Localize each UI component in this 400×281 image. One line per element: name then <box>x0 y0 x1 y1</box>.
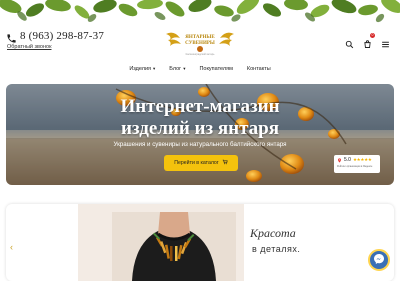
messenger-button[interactable] <box>368 249 390 271</box>
rating-caption: Рейтинг организации в Яндексе <box>337 165 373 168</box>
rating-stars: ★★★★★ <box>352 157 372 162</box>
header-actions: 0 <box>345 33 390 49</box>
cart-count-badge: 0 <box>370 33 375 38</box>
slider-prev-arrow[interactable]: ‹ <box>10 242 13 252</box>
chevron-down-icon: ▾ <box>153 66 156 71</box>
hero-banner: Интернет-магазин изделий из янтаря Украш… <box>6 84 394 185</box>
logo-wordmark: ЯНТАРНЫЕ СУВЕНИРЫ <box>185 35 215 46</box>
site-logo[interactable]: ЯНТАРНЫЕ СУВЕНИРЫ Калининградский янтарь <box>164 28 236 58</box>
yandex-rating-widget[interactable]: 5.0 ★★★★★ Рейтинг организации в Яндексе <box>334 155 380 173</box>
logo-tagline: Калининградский янтарь <box>185 53 215 56</box>
search-icon[interactable] <box>345 36 354 49</box>
nav-item-products[interactable]: Изделия ▾ <box>129 66 155 72</box>
phone-icon <box>6 31 17 43</box>
map-pin-icon <box>337 157 342 163</box>
site-header: 8 (963) 298-87-37 Обратный звонок ЯНТАРН… <box>0 28 400 62</box>
hero-title: Интернет-магазин изделий из янтаря <box>120 96 280 139</box>
catalog-button[interactable]: Перейти в каталог <box>164 155 238 171</box>
cart-icon[interactable]: 0 <box>363 33 375 48</box>
nav-item-blog[interactable]: Блог ▾ <box>169 66 185 72</box>
hamburger-menu-icon[interactable] <box>381 36 390 48</box>
necklace-photo <box>112 212 236 281</box>
nav-item-customers[interactable]: Покупателям <box>199 66 232 72</box>
phone-number-link[interactable]: 8 (963) 298-87-37 <box>20 30 104 42</box>
callback-link[interactable]: Обратный звонок <box>7 44 104 50</box>
messenger-icon <box>373 253 385 268</box>
decorative-leaves-banner <box>0 0 400 30</box>
chevron-down-icon: ▾ <box>183 66 186 71</box>
nav-item-contacts[interactable]: Контакты <box>247 66 271 72</box>
cart-icon <box>222 159 228 167</box>
slide-tagline: в деталях. <box>252 244 301 254</box>
main-navigation: Изделия ▾ Блог ▾ Покупателям Контакты <box>0 66 400 72</box>
slide-script-heading: Красота <box>250 226 296 240</box>
rating-value: 5.0 <box>344 157 351 163</box>
contact-block: 8 (963) 298-87-37 Обратный звонок <box>6 30 104 50</box>
promo-slider: Красота в деталях. ‹ <box>6 204 394 281</box>
hero-subtitle: Украшения и сувениры из натурального бал… <box>113 141 287 148</box>
